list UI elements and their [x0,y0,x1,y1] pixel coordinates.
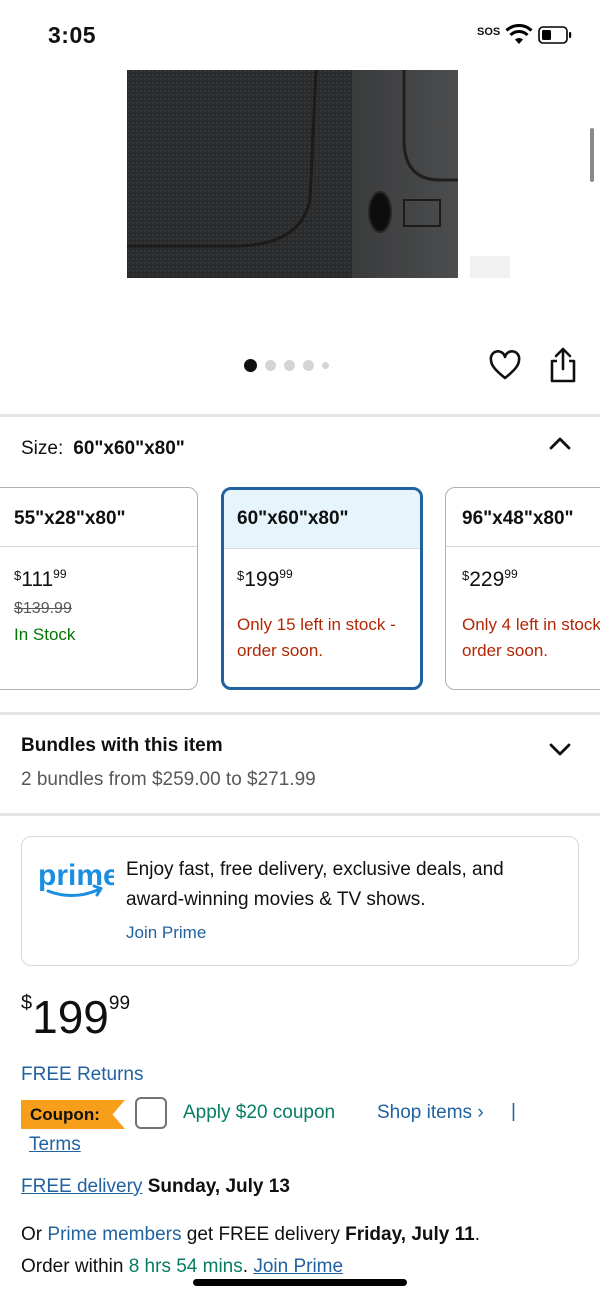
bundles-title[interactable]: Bundles with this item [21,735,223,757]
size-option-price: $19999 [237,567,293,591]
prime-promo-text: Enjoy fast, free delivery, exclusive dea… [126,859,504,910]
size-option-price: $22999 [462,567,518,591]
prime-members-link[interactable]: Prime members [47,1224,181,1245]
coupon-badge: Coupon: [21,1100,125,1129]
product-image[interactable] [0,70,600,350]
pagination-dot[interactable] [265,359,276,371]
availability: In Stock [14,625,76,644]
coupon-row: Coupon: Apply $20 coupon Shop items › | [21,1097,591,1133]
delivery-date: Sunday, July 13 [147,1176,290,1197]
delivery-countdown: 8 hrs 54 mins [128,1256,243,1277]
separator: | [511,1101,516,1122]
sos-indicator: SOS [477,26,501,38]
home-indicator[interactable] [193,1279,407,1286]
delivery-text: get FREE delivery [186,1224,340,1245]
size-option-name: 55"x28"x80" [0,488,197,547]
coupon-terms-link[interactable]: Terms [29,1134,81,1156]
list-price: $139.99 [14,600,72,617]
size-selector-label: Size: 60"x60"x80" [21,438,185,460]
size-option-name: 96"x48"x80" [446,488,600,547]
prime-logo-icon: prime [38,859,114,897]
pagination-dot[interactable] [244,358,257,372]
prime-delivery-info: Or Prime members get FREE delivery Frida… [21,1224,480,1277]
coupon-checkbox[interactable] [135,1097,167,1129]
divider [0,712,600,715]
share-icon[interactable] [548,347,578,383]
apply-coupon-label[interactable]: Apply $20 coupon [183,1102,335,1124]
pagination-dot[interactable] [322,361,329,369]
selected-size: 60"x60"x80" [73,438,185,459]
size-option-card[interactable]: 96"x48"x80" $22999 Only 4 left in stock … [445,487,600,690]
battery-icon [538,26,572,44]
divider [0,813,600,816]
wifi-icon [505,24,533,44]
svg-text:prime: prime [38,859,114,892]
availability: Only 15 left in stock - order soon. [237,615,396,660]
delivery-text: Order within [21,1256,124,1277]
size-label-text: Size: [21,438,64,459]
size-option-card-selected[interactable]: 60"x60"x80" $19999 Only 15 left in stock… [221,487,423,690]
bundles-subtitle[interactable]: 2 bundles from $259.00 to $271.99 [21,769,316,791]
availability: Only 4 left in stock - order soon. [462,615,600,660]
prime-delivery-date: Friday, July 11 [345,1224,475,1245]
delivery-info: FREE delivery Sunday, July 13 [21,1176,290,1198]
size-option-card[interactable]: 55"x28"x80" $11199 $139.99 In Stock [0,487,198,690]
delivery-text: Or [21,1224,43,1245]
image-pagination[interactable] [244,358,329,372]
chevron-up-icon[interactable] [547,434,573,452]
free-delivery-link[interactable]: FREE delivery [21,1176,142,1197]
divider [0,414,600,417]
join-prime-link[interactable]: Join Prime [253,1256,343,1277]
pagination-dot[interactable] [303,359,314,371]
pagination-dot[interactable] [284,359,295,371]
prime-promo-box: prime Enjoy fast, free delivery, exclusi… [21,836,579,966]
scrollbar[interactable] [590,128,594,182]
product-price: $19999 [21,991,131,1043]
shop-items-link[interactable]: Shop items › [377,1102,484,1124]
size-option-price: $11199 [14,567,67,591]
heart-icon[interactable] [489,350,521,382]
size-option-name: 60"x60"x80" [224,490,420,549]
free-returns-link[interactable]: FREE Returns [21,1064,143,1086]
chevron-down-icon[interactable] [547,741,573,759]
join-prime-link[interactable]: Join Prime [126,923,206,943]
clock: 3:05 [48,22,97,48]
status-bar: 3:05 SOS [0,0,600,70]
